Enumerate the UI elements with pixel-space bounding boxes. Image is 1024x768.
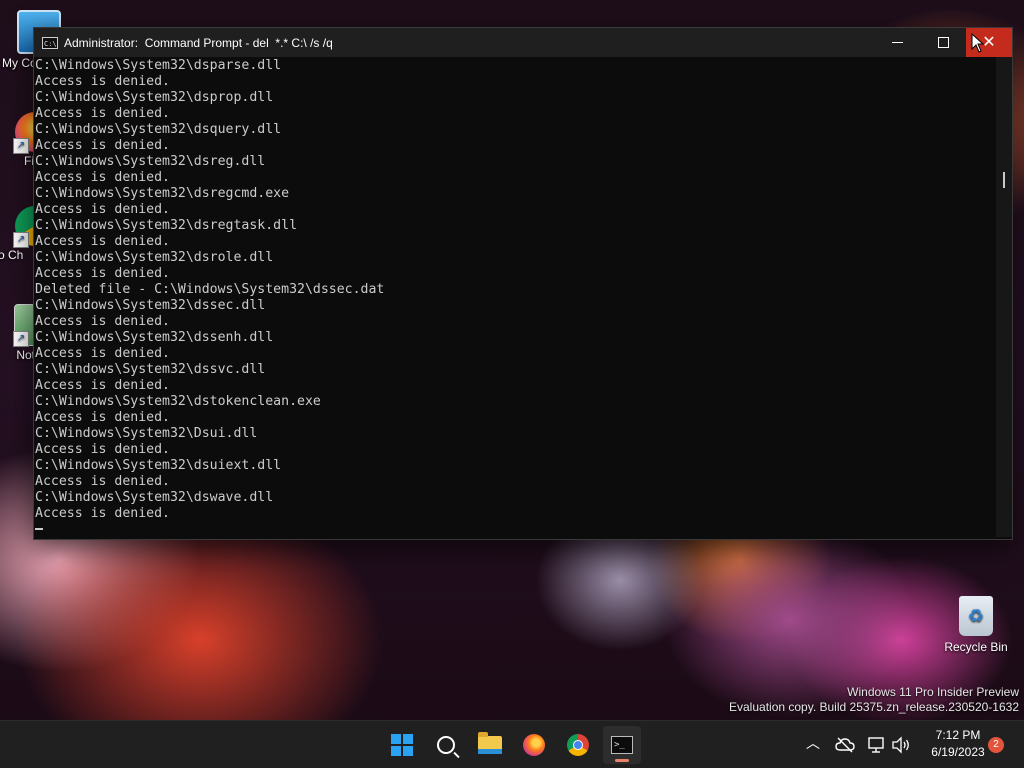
minimize-button[interactable] (874, 28, 920, 57)
console-line: C:\Windows\System32\dsregcmd.exe (35, 186, 290, 201)
show-hidden-icons-chevron-icon[interactable]: ︿ (804, 735, 822, 753)
console-line: C:\Windows\System32\dssec.dll (35, 298, 266, 313)
mouse-pointer-icon (971, 33, 985, 53)
file-explorer-button[interactable] (471, 726, 509, 764)
volume-icon[interactable] (891, 736, 911, 754)
console-line: C:\Windows\System32\dstokenclean.exe (35, 394, 321, 409)
evaluation-watermark: Windows 11 Pro Insider Preview Evaluatio… (729, 685, 1019, 715)
console-line: Deleted file - C:\Windows\System32\dssec… (35, 282, 385, 297)
console-line: Access is denied. (35, 234, 170, 249)
shortcut-arrow-icon: ↗ (13, 331, 29, 347)
clock-date: 6/19/2023 (931, 745, 985, 759)
text-cursor (35, 528, 43, 530)
firefox-icon (523, 734, 545, 756)
console-line: Access is denied. (35, 506, 170, 521)
vertical-scrollbar[interactable] (996, 57, 1012, 537)
shortcut-arrow-icon: ↗ (13, 232, 29, 248)
title-bar[interactable]: C:\ Administrator: Command Prompt - del … (34, 28, 1012, 57)
search-icon (437, 736, 455, 754)
console-line: Access is denied. (35, 410, 170, 425)
command-prompt-icon: >_ (611, 736, 633, 754)
active-app-indicator (615, 759, 629, 762)
console-line: C:\Windows\System32\dswave.dll (35, 490, 274, 505)
console-line: C:\Windows\System32\dssenh.dll (35, 330, 274, 345)
start-button[interactable] (383, 726, 421, 764)
console-line: C:\Windows\System32\dsquery.dll (35, 122, 282, 137)
console-line: C:\Windows\System32\dsparse.dll (35, 58, 282, 73)
console-output[interactable]: C:\Windows\System32\dsparse.dll Access is… (34, 57, 996, 537)
recycle-bin-label: Recycle Bin (944, 640, 1008, 654)
console-line: Access is denied. (35, 266, 170, 281)
notification-badge[interactable]: 2 (988, 737, 1004, 753)
recycle-bin-icon: ♻ (959, 596, 993, 636)
file-explorer-icon (478, 732, 502, 754)
start-icon (391, 734, 413, 756)
cmd-icon: C:\ (42, 36, 58, 49)
clock[interactable]: 7:12 PM 6/19/2023 (918, 727, 998, 761)
console-line: C:\Windows\System32\dsprop.dll (35, 90, 274, 105)
maximize-icon (937, 37, 949, 48)
taskbar: >_ ︿ 7:12 PM 6/19/2023 2 (0, 720, 1024, 768)
window-title: Administrator: Command Prompt - del *.* … (64, 35, 333, 50)
command-prompt-window[interactable]: C:\ Administrator: Command Prompt - del … (33, 27, 1013, 540)
desktop-icon-recycle-bin[interactable]: ♻ Recycle Bin (940, 596, 1012, 654)
console-line: Access is denied. (35, 170, 170, 185)
shortcut-arrow-icon: ↗ (13, 138, 29, 154)
watermark-line-2: Evaluation copy. Build 25375.zn_release.… (729, 700, 1019, 714)
minimize-icon (891, 42, 903, 43)
firefox-button[interactable] (515, 726, 553, 764)
watermark-line-1: Windows 11 Pro Insider Preview (847, 685, 1019, 699)
console-line: Access is denied. (35, 346, 170, 361)
maximize-button[interactable] (920, 28, 966, 57)
clock-time: 7:12 PM (935, 728, 981, 742)
scrollbar-thumb[interactable] (1003, 172, 1005, 188)
search-button[interactable] (427, 726, 465, 764)
console-line: C:\Windows\System32\Dsui.dll (35, 426, 258, 441)
command-prompt-button[interactable]: >_ (603, 726, 641, 764)
network-icon[interactable] (867, 736, 887, 754)
console-line: Access is denied. (35, 442, 170, 457)
console-line: Access is denied. (35, 378, 170, 393)
desktop-icon-label: Go Ch (0, 248, 24, 262)
console-line: C:\Windows\System32\dsreg.dll (35, 154, 266, 169)
console-line: C:\Windows\System32\dsuiext.dll (35, 458, 282, 473)
console-line: C:\Windows\System32\dssvc.dll (35, 362, 266, 377)
chrome-icon (567, 734, 589, 756)
console-line: Access is denied. (35, 202, 170, 217)
console-line: Access is denied. (35, 314, 170, 329)
console-line: Access is denied. (35, 474, 170, 489)
console-line: Access is denied. (35, 106, 170, 121)
chrome-button[interactable] (559, 726, 597, 764)
onedrive-offline-icon[interactable] (835, 737, 855, 753)
console-line: Access is denied. (35, 138, 170, 153)
console-line: C:\Windows\System32\dsrole.dll (35, 250, 274, 265)
console-line: Access is denied. (35, 74, 170, 89)
console-line: C:\Windows\System32\dsregtask.dll (35, 218, 298, 233)
